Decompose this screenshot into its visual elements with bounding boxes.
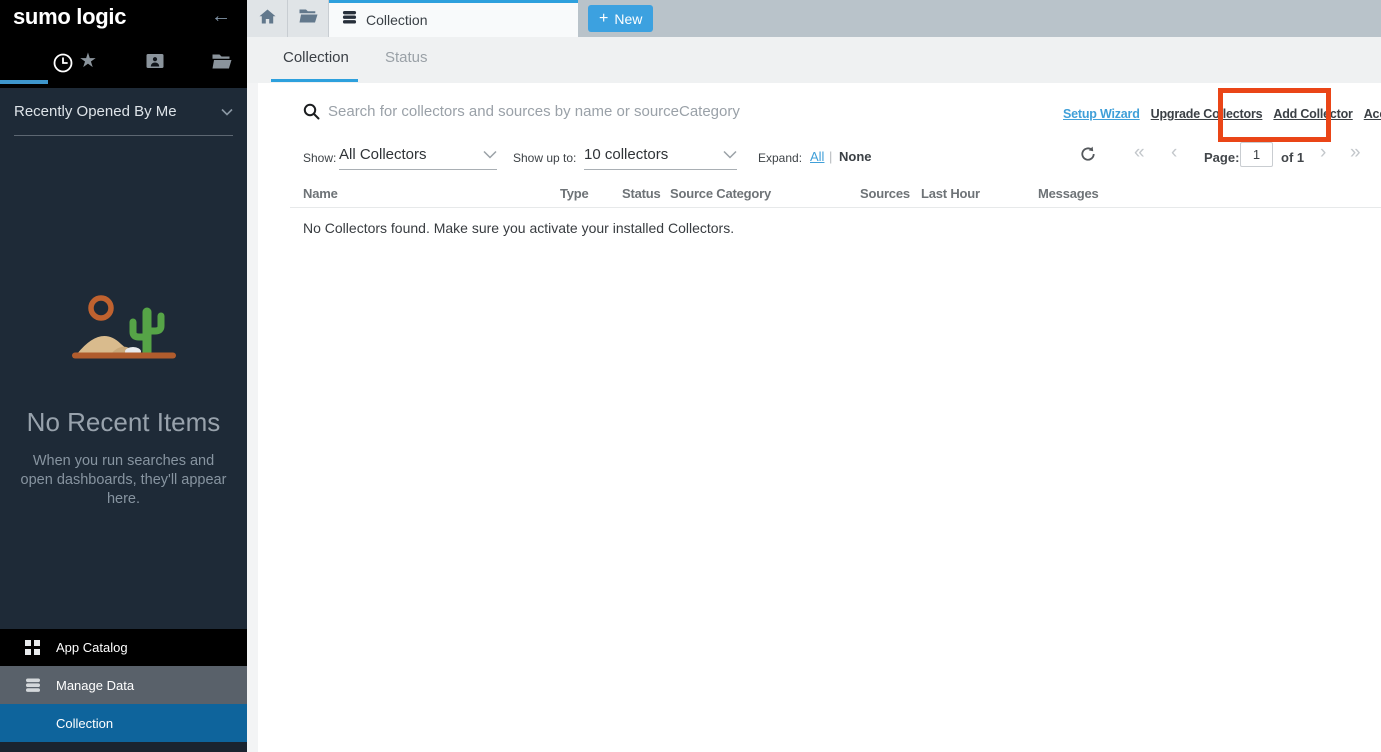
quick-links: Setup Wizard Upgrade Collectors Add Coll… xyxy=(1063,107,1381,121)
sidebar-empty-state: No Recent Items When you run searches an… xyxy=(0,138,247,629)
first-page-icon[interactable]: « xyxy=(1134,142,1145,164)
sidebar-header: sumo logic ← ★ xyxy=(0,0,247,88)
limit-filter-select[interactable]: 10 collectors xyxy=(584,140,737,170)
sidebar-filler xyxy=(0,742,247,752)
expand-all-link[interactable]: All xyxy=(810,149,824,164)
home-tab[interactable] xyxy=(247,0,288,37)
chevron-down-icon xyxy=(221,103,233,121)
no-recent-items-caption: When you run searches and open dashboard… xyxy=(17,452,231,509)
recents-clock-icon[interactable] xyxy=(52,52,74,79)
home-icon xyxy=(259,9,276,29)
show-filter-select[interactable]: All Collectors xyxy=(339,140,497,170)
chevron-down-icon xyxy=(483,146,497,164)
collection-database-icon xyxy=(342,10,357,30)
sidebar-item-collection[interactable]: Collection xyxy=(0,704,247,742)
sidebar-item-manage-data[interactable]: Manage Data xyxy=(0,666,247,704)
expand-divider: | xyxy=(829,149,832,164)
show-filter-value: All Collectors xyxy=(339,146,427,163)
top-tab-bar: Collection + New xyxy=(247,0,1381,37)
recently-opened-dropdown[interactable]: Recently Opened By Me xyxy=(14,88,233,136)
no-recent-items-title: No Recent Items xyxy=(27,407,221,438)
active-tab-indicator xyxy=(271,79,358,82)
favorites-star-icon[interactable]: ★ xyxy=(79,48,97,74)
previous-page-icon[interactable]: ‹ xyxy=(1171,142,1177,164)
upgrade-collectors-link[interactable]: Upgrade Collectors xyxy=(1151,107,1263,121)
plus-icon: + xyxy=(599,10,608,28)
tab-strip: + New xyxy=(578,0,1381,37)
manage-data-database-icon xyxy=(25,678,41,693)
table-header-divider xyxy=(290,207,1381,208)
empty-table-message: No Collectors found. Make sure you activ… xyxy=(303,220,734,236)
sidebar: sumo logic ← ★ Recently Opened By Me xyxy=(0,0,247,752)
new-button[interactable]: + New xyxy=(588,5,653,32)
active-sidebar-tab-indicator xyxy=(0,80,48,84)
library-folder-icon[interactable] xyxy=(212,54,232,74)
sidebar-bottom-menu: App Catalog Manage Data Collection xyxy=(0,629,247,752)
column-header-last-hour[interactable]: Last Hour xyxy=(921,186,980,201)
app-catalog-grid-icon xyxy=(25,640,41,655)
show-filter-label: Show: xyxy=(303,151,336,165)
next-page-icon[interactable]: › xyxy=(1320,142,1326,164)
collection-label: Collection xyxy=(56,716,113,731)
collection-document-tab[interactable]: Collection xyxy=(329,0,578,37)
expand-label: Expand: xyxy=(758,151,802,165)
limit-filter-value: 10 collectors xyxy=(584,146,668,163)
collapse-sidebar-icon[interactable]: ← xyxy=(211,5,231,28)
page-number-input[interactable] xyxy=(1240,142,1273,167)
collection-panel: Setup Wizard Upgrade Collectors Add Coll… xyxy=(258,83,1381,752)
open-folder-icon xyxy=(299,9,318,28)
app-catalog-label: App Catalog xyxy=(56,640,128,655)
tab-collection[interactable]: Collection xyxy=(283,49,349,66)
last-page-icon[interactable]: » xyxy=(1350,142,1361,164)
desert-illustration xyxy=(63,290,185,373)
library-tab[interactable] xyxy=(288,0,329,37)
setup-wizard-link[interactable]: Setup Wizard xyxy=(1063,107,1140,121)
sub-tab-row: Collection Status xyxy=(247,37,1381,83)
page-count-label: of 1 xyxy=(1281,150,1304,165)
refresh-icon[interactable] xyxy=(1080,146,1096,167)
sumo-logic-logo: sumo logic xyxy=(13,4,126,30)
search-input[interactable] xyxy=(328,97,968,125)
column-header-type[interactable]: Type xyxy=(560,186,589,201)
main-area: Collection + New Collection Status Setup… xyxy=(247,0,1381,752)
recently-opened-label: Recently Opened By Me xyxy=(14,103,177,120)
collection-tab-label: Collection xyxy=(366,12,427,28)
column-header-sources[interactable]: Sources xyxy=(860,186,910,201)
search-icon xyxy=(303,103,320,125)
add-collector-link[interactable]: Add Collector xyxy=(1273,107,1352,121)
column-header-name[interactable]: Name xyxy=(303,186,338,201)
tab-status[interactable]: Status xyxy=(385,49,428,66)
limit-filter-label: Show up to: xyxy=(513,151,576,165)
sidebar-icon-tabs: ★ xyxy=(0,48,247,84)
new-button-label: New xyxy=(614,11,642,27)
sidebar-item-app-catalog[interactable]: App Catalog xyxy=(0,629,247,666)
manage-data-label: Manage Data xyxy=(56,678,134,693)
access-keys-link[interactable]: Access Keys xyxy=(1364,107,1381,121)
column-header-messages[interactable]: Messages xyxy=(1038,186,1099,201)
shared-content-icon[interactable] xyxy=(146,53,164,74)
expand-none-option[interactable]: None xyxy=(839,149,872,164)
column-header-status[interactable]: Status xyxy=(622,186,661,201)
app-window: sumo logic ← ★ Recently Opened By Me xyxy=(0,0,1381,752)
recent-section: Recently Opened By Me xyxy=(0,88,247,138)
column-header-source-category[interactable]: Source Category xyxy=(670,186,771,201)
chevron-down-icon xyxy=(723,146,737,164)
page-label: Page: xyxy=(1204,150,1239,165)
